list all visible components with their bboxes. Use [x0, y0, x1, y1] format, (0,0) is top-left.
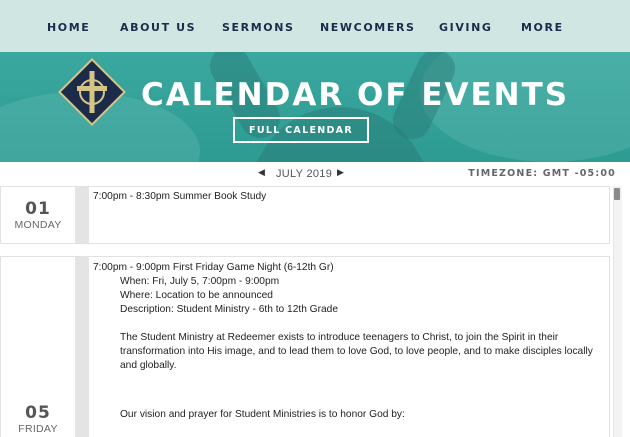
day-row: 01 MONDAY 7:00pm - 8:30pm Summer Book St… — [0, 186, 610, 244]
day-number: 05 — [25, 403, 51, 423]
nav-giving[interactable]: GIVING — [439, 21, 493, 34]
page-title: CALENDAR OF EVENTS — [141, 77, 570, 113]
month-label: JULY 2019 — [276, 168, 333, 180]
scrollbar-thumb[interactable] — [614, 188, 620, 200]
day-row: 05 FRIDAY 7:00pm - 9:00pm First Friday G… — [0, 256, 610, 437]
day-events: 7:00pm - 9:00pm First Friday Game Night … — [93, 261, 601, 422]
month-navigation: ◀ JULY 2019 ▶ TIMEZONE: GMT -05:00 — [0, 162, 630, 186]
day-name: MONDAY — [14, 219, 62, 231]
day-date: 05 FRIDAY — [1, 403, 75, 435]
full-calendar-button[interactable]: FULL CALENDAR — [233, 117, 369, 143]
scrollbar-track[interactable] — [613, 186, 622, 437]
cross-logo-icon[interactable] — [57, 57, 127, 127]
event-when: When: Fri, July 5, 7:00pm - 9:00pm — [120, 276, 280, 287]
day-date: 01 MONDAY — [1, 199, 75, 231]
event-paragraph: Our vision and prayer for Student Minist… — [120, 409, 405, 420]
timezone-label: TIMEZONE: GMT -05:00 — [468, 168, 616, 179]
day-divider — [75, 257, 89, 437]
events-list: 01 MONDAY 7:00pm - 8:30pm Summer Book St… — [0, 186, 613, 437]
event-title[interactable]: 7:00pm - 9:00pm First Friday Game Night … — [93, 261, 601, 275]
chevron-right-icon[interactable]: ▶ — [337, 167, 344, 178]
top-nav: HOME ABOUT US SERMONS NEWCOMERS GIVING M… — [0, 0, 630, 52]
day-divider — [75, 187, 89, 243]
day-events: 7:00pm - 8:30pm Summer Book Study — [93, 190, 601, 204]
nav-home[interactable]: HOME — [47, 21, 90, 34]
hero-banner: CALENDAR OF EVENTS FULL CALENDAR — [0, 52, 630, 162]
nav-sermons[interactable]: SERMONS — [222, 21, 295, 34]
day-name: FRIDAY — [18, 423, 58, 435]
event-paragraph: The Student Ministry at Redeemer exists … — [120, 332, 593, 371]
event-description: Description: Student Ministry - 6th to 1… — [120, 304, 339, 315]
chevron-left-icon[interactable]: ◀ — [258, 167, 265, 178]
day-number: 01 — [25, 199, 51, 219]
nav-more[interactable]: MORE — [521, 21, 564, 34]
event-title[interactable]: 7:00pm - 8:30pm Summer Book Study — [93, 190, 601, 204]
nav-about-us[interactable]: ABOUT US — [120, 21, 196, 34]
nav-newcomers[interactable]: NEWCOMERS — [320, 21, 416, 34]
event-where: Where: Location to be announced — [120, 290, 273, 301]
